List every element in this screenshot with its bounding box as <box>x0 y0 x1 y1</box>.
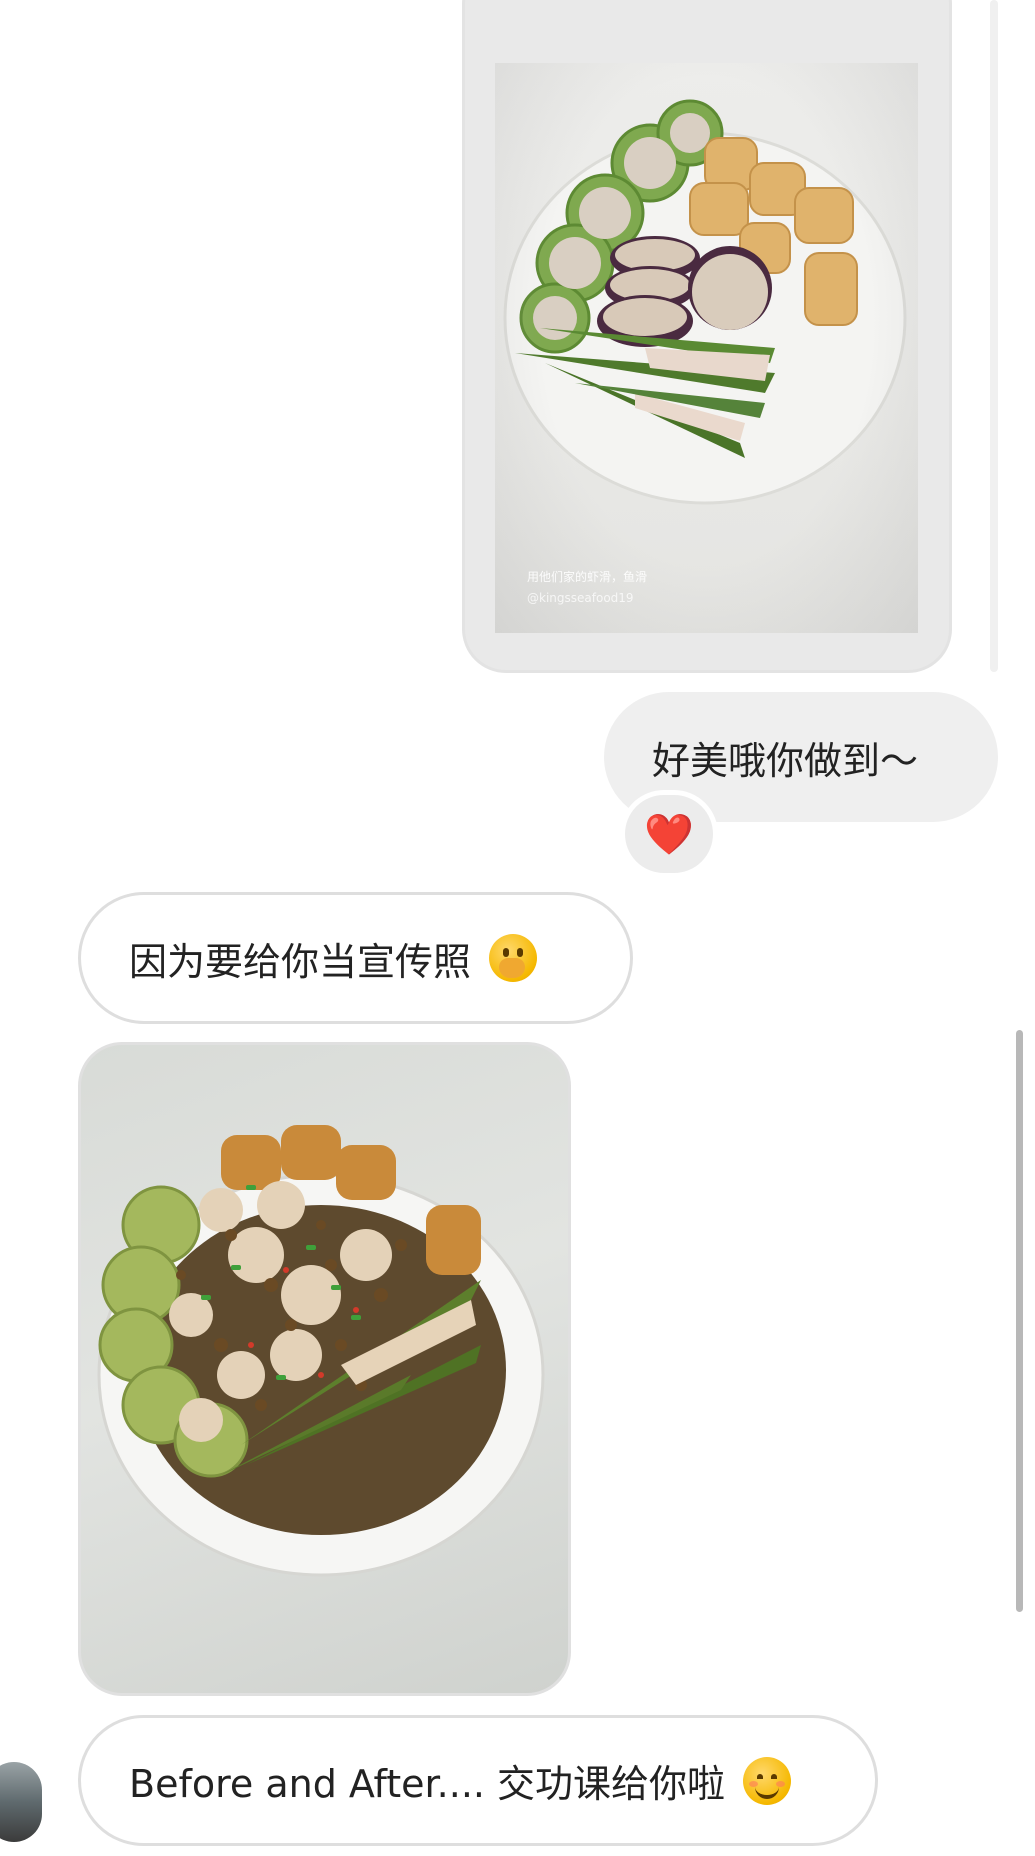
message-text-wrap: Before and After.... 交功课给你啦 <box>129 1718 792 1843</box>
sender-avatar[interactable] <box>0 1762 42 1842</box>
scrollbar[interactable] <box>1016 1030 1023 1612</box>
raw-stuffed-vegetables-photo <box>503 99 907 505</box>
message-text: 因为要给你当宣传照 <box>129 939 472 984</box>
message-text: Before and After.... 交功课给你啦 <box>129 1762 726 1806</box>
image-caption: 用他们家的虾滑，鱼滑 <box>527 570 648 584</box>
sent-photo: 用他们家的虾滑，鱼滑 @kingsseafood19 <box>495 63 918 633</box>
received-text-message[interactable]: 因为要给你当宣传照 <box>78 892 633 1024</box>
face-with-hand-over-mouth-icon <box>489 934 538 982</box>
reaction-emoji: ❤️ <box>644 811 694 858</box>
sent-image-message[interactable]: 用他们家的虾滑，鱼滑 @kingsseafood19 <box>462 0 952 673</box>
cooked-stuffed-vegetables-photo <box>97 1125 545 1577</box>
message-text-wrap: 因为要给你当宣传照 <box>129 895 538 1021</box>
smiling-face-icon <box>743 1756 792 1805</box>
image-watermark: @kingsseafood19 <box>527 591 634 605</box>
received-image-message[interactable] <box>78 1042 571 1696</box>
heart-reaction-icon[interactable]: ❤️ <box>620 790 718 878</box>
received-text-message-2[interactable]: Before and After.... 交功课给你啦 <box>78 1715 878 1846</box>
top-scroll-track <box>990 0 998 672</box>
